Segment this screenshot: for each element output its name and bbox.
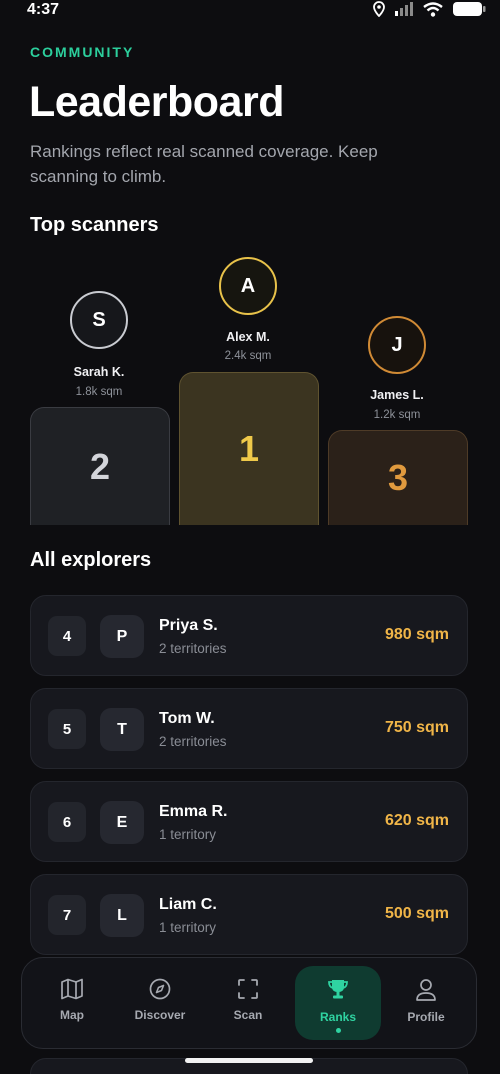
territory-count: 2 territories bbox=[159, 734, 227, 749]
nav-item-discover[interactable]: Discover bbox=[117, 966, 203, 1040]
map-icon bbox=[61, 978, 83, 1000]
explorer-name: Tom W. bbox=[159, 710, 215, 727]
page-title: Leaderboard bbox=[29, 78, 284, 126]
signal-icon bbox=[395, 2, 413, 16]
nav-label: Discover bbox=[134, 1008, 186, 1022]
nav-label: Map bbox=[60, 1008, 84, 1022]
podium-sqm-first: 2.4k sqm bbox=[224, 350, 272, 362]
active-indicator-dot bbox=[335, 1028, 341, 1033]
podium-sqm-second: 1.8k sqm bbox=[75, 386, 123, 398]
nav-label: Scan bbox=[233, 1008, 263, 1022]
territory-count: 1 territory bbox=[159, 827, 217, 842]
profile-icon bbox=[416, 979, 436, 1001]
status-bar: 4:37 bbox=[0, 0, 500, 22]
list-item[interactable]: 5 T Tom W. 2 territories 750 sqm bbox=[30, 688, 468, 769]
podium-avatar-third[interactable]: J bbox=[368, 316, 426, 374]
location-icon bbox=[373, 1, 385, 17]
nav-label: Profile bbox=[407, 1010, 445, 1024]
podium: S Sarah K. 1.8k sqm 2 A Alex M. 2.4k sqm… bbox=[0, 250, 500, 525]
all-explorers-title: All explorers bbox=[30, 549, 152, 571]
territory-count: 1 territory bbox=[159, 920, 217, 935]
podium-avatar-second[interactable]: S bbox=[70, 291, 128, 349]
home-indicator[interactable] bbox=[185, 1058, 313, 1063]
nav-item-profile[interactable]: Profile bbox=[383, 966, 469, 1040]
avatar: T bbox=[100, 708, 144, 751]
podium-block-third: 3 bbox=[328, 430, 468, 525]
nav-item-scan[interactable]: Scan bbox=[205, 966, 291, 1040]
page-subtitle: Rankings reflect real scanned coverage. … bbox=[30, 142, 378, 186]
nav-item-ranks[interactable]: Ranks bbox=[295, 966, 381, 1040]
list-item[interactable]: 4 P Priya S. 2 territories 980 sqm bbox=[30, 595, 468, 676]
rank-number: 4 bbox=[48, 616, 86, 656]
podium-name-third: James L. bbox=[370, 388, 424, 402]
compass-icon bbox=[149, 978, 171, 1000]
section-eyebrow: COMMUNITY bbox=[30, 44, 135, 60]
avatar: P bbox=[100, 615, 144, 658]
explorer-name: Liam C. bbox=[159, 896, 217, 913]
list-item[interactable]: 7 L Liam C. 1 territory 500 sqm bbox=[30, 874, 468, 955]
coverage-sqm: 980 sqm bbox=[384, 626, 449, 643]
wifi-icon bbox=[423, 1, 443, 17]
avatar: E bbox=[100, 801, 144, 844]
territory-count: 2 territories bbox=[159, 641, 227, 656]
rank-number: 6 bbox=[48, 802, 86, 842]
nav-label: Ranks bbox=[319, 1010, 357, 1024]
scan-icon bbox=[238, 979, 258, 999]
coverage-sqm: 620 sqm bbox=[384, 812, 449, 829]
bottom-nav: Map Discover Scan Ranks Profile bbox=[21, 957, 477, 1049]
coverage-sqm: 500 sqm bbox=[384, 905, 449, 922]
rank-number: 7 bbox=[48, 895, 86, 935]
podium-block-second: 2 bbox=[30, 407, 170, 525]
podium-name-first: Alex M. bbox=[226, 330, 270, 344]
battery-icon bbox=[453, 2, 486, 16]
podium-avatar-first[interactable]: A bbox=[219, 257, 277, 315]
status-time: 4:37 bbox=[27, 1, 60, 18]
coverage-sqm: 750 sqm bbox=[384, 719, 449, 736]
avatar: L bbox=[100, 894, 144, 937]
podium-sqm-third: 1.2k sqm bbox=[373, 409, 421, 421]
list-item[interactable]: 6 E Emma R. 1 territory 620 sqm bbox=[30, 781, 468, 862]
rank-number: 5 bbox=[48, 709, 86, 749]
trophy-icon bbox=[328, 980, 348, 999]
podium-block-first: 1 bbox=[179, 372, 319, 525]
top-scanners-title: Top scanners bbox=[30, 214, 159, 236]
explorer-name: Emma R. bbox=[159, 803, 228, 820]
explorer-name: Priya S. bbox=[159, 617, 218, 634]
podium-name-second: Sarah K. bbox=[73, 365, 125, 379]
status-icons bbox=[373, 1, 486, 17]
nav-item-map[interactable]: Map bbox=[29, 966, 115, 1040]
